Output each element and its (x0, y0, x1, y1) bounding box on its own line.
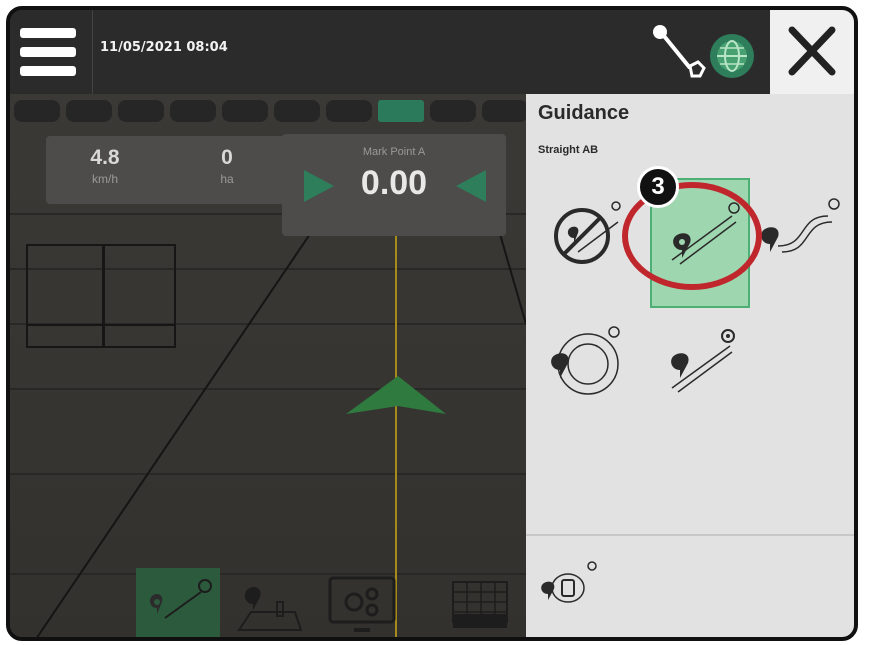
globe-satellite-icon[interactable] (710, 34, 754, 78)
field-view[interactable]: 4.8 km/h 0 ha Mark Point A 0.00 (10, 94, 526, 637)
curved-ab-icon (761, 198, 840, 253)
date-time: 11/05/2021 08:04 (100, 40, 228, 55)
area-value: 0 (221, 146, 233, 169)
lightbar (10, 100, 526, 126)
status-bar: 11/05/2021 08:04 (10, 10, 854, 94)
last-pass-icon (671, 329, 735, 393)
implement-outline (26, 244, 176, 348)
field-boundary-icon (237, 586, 303, 631)
close-button[interactable] (770, 10, 854, 94)
callout-number-badge: 3 (637, 166, 679, 208)
boundary-tool-button[interactable] (228, 568, 312, 637)
speed-unit: km/h (91, 172, 118, 186)
area-unit: ha (220, 172, 234, 186)
panel-divider (526, 534, 854, 536)
menu-button[interactable] (10, 10, 93, 94)
close-x-icon (788, 26, 836, 76)
panel-title: Guidance (538, 102, 630, 124)
map-layers-icon (452, 581, 508, 628)
speed-value: 4.8 (90, 146, 120, 169)
mode-curved-ab[interactable] (756, 184, 854, 284)
machine-settings-icon (328, 576, 396, 632)
settings-tool-button[interactable] (320, 568, 404, 637)
guidance-tool-button[interactable] (136, 568, 220, 637)
line-connector-icon (653, 25, 754, 78)
steer-right-arrow-icon (304, 170, 334, 202)
layers-tool-button[interactable] (438, 568, 522, 637)
hamburger-menu-icon (20, 28, 76, 38)
delete-guideline-icon (541, 561, 597, 603)
mode-last-pass[interactable] (650, 314, 750, 414)
mark-point-panel[interactable]: Mark Point A 0.00 (282, 134, 506, 236)
current-mode-label: Straight AB (538, 144, 599, 156)
mark-point-label: Mark Point A (362, 146, 426, 158)
steer-left-arrow-icon (456, 170, 486, 202)
speed-area-panel: 4.8 km/h 0 ha (46, 136, 298, 204)
delete-guideline-button[interactable] (536, 550, 606, 620)
guidance-panel: Guidance Straight AB (526, 94, 854, 637)
guidance-line-icon (149, 579, 212, 619)
mode-circle-pivot[interactable] (538, 314, 638, 414)
display-frame: 11/05/2021 08:04 4.8 km/h 0 ha Mark Poin… (6, 6, 858, 641)
circle-pivot-icon (551, 326, 620, 395)
